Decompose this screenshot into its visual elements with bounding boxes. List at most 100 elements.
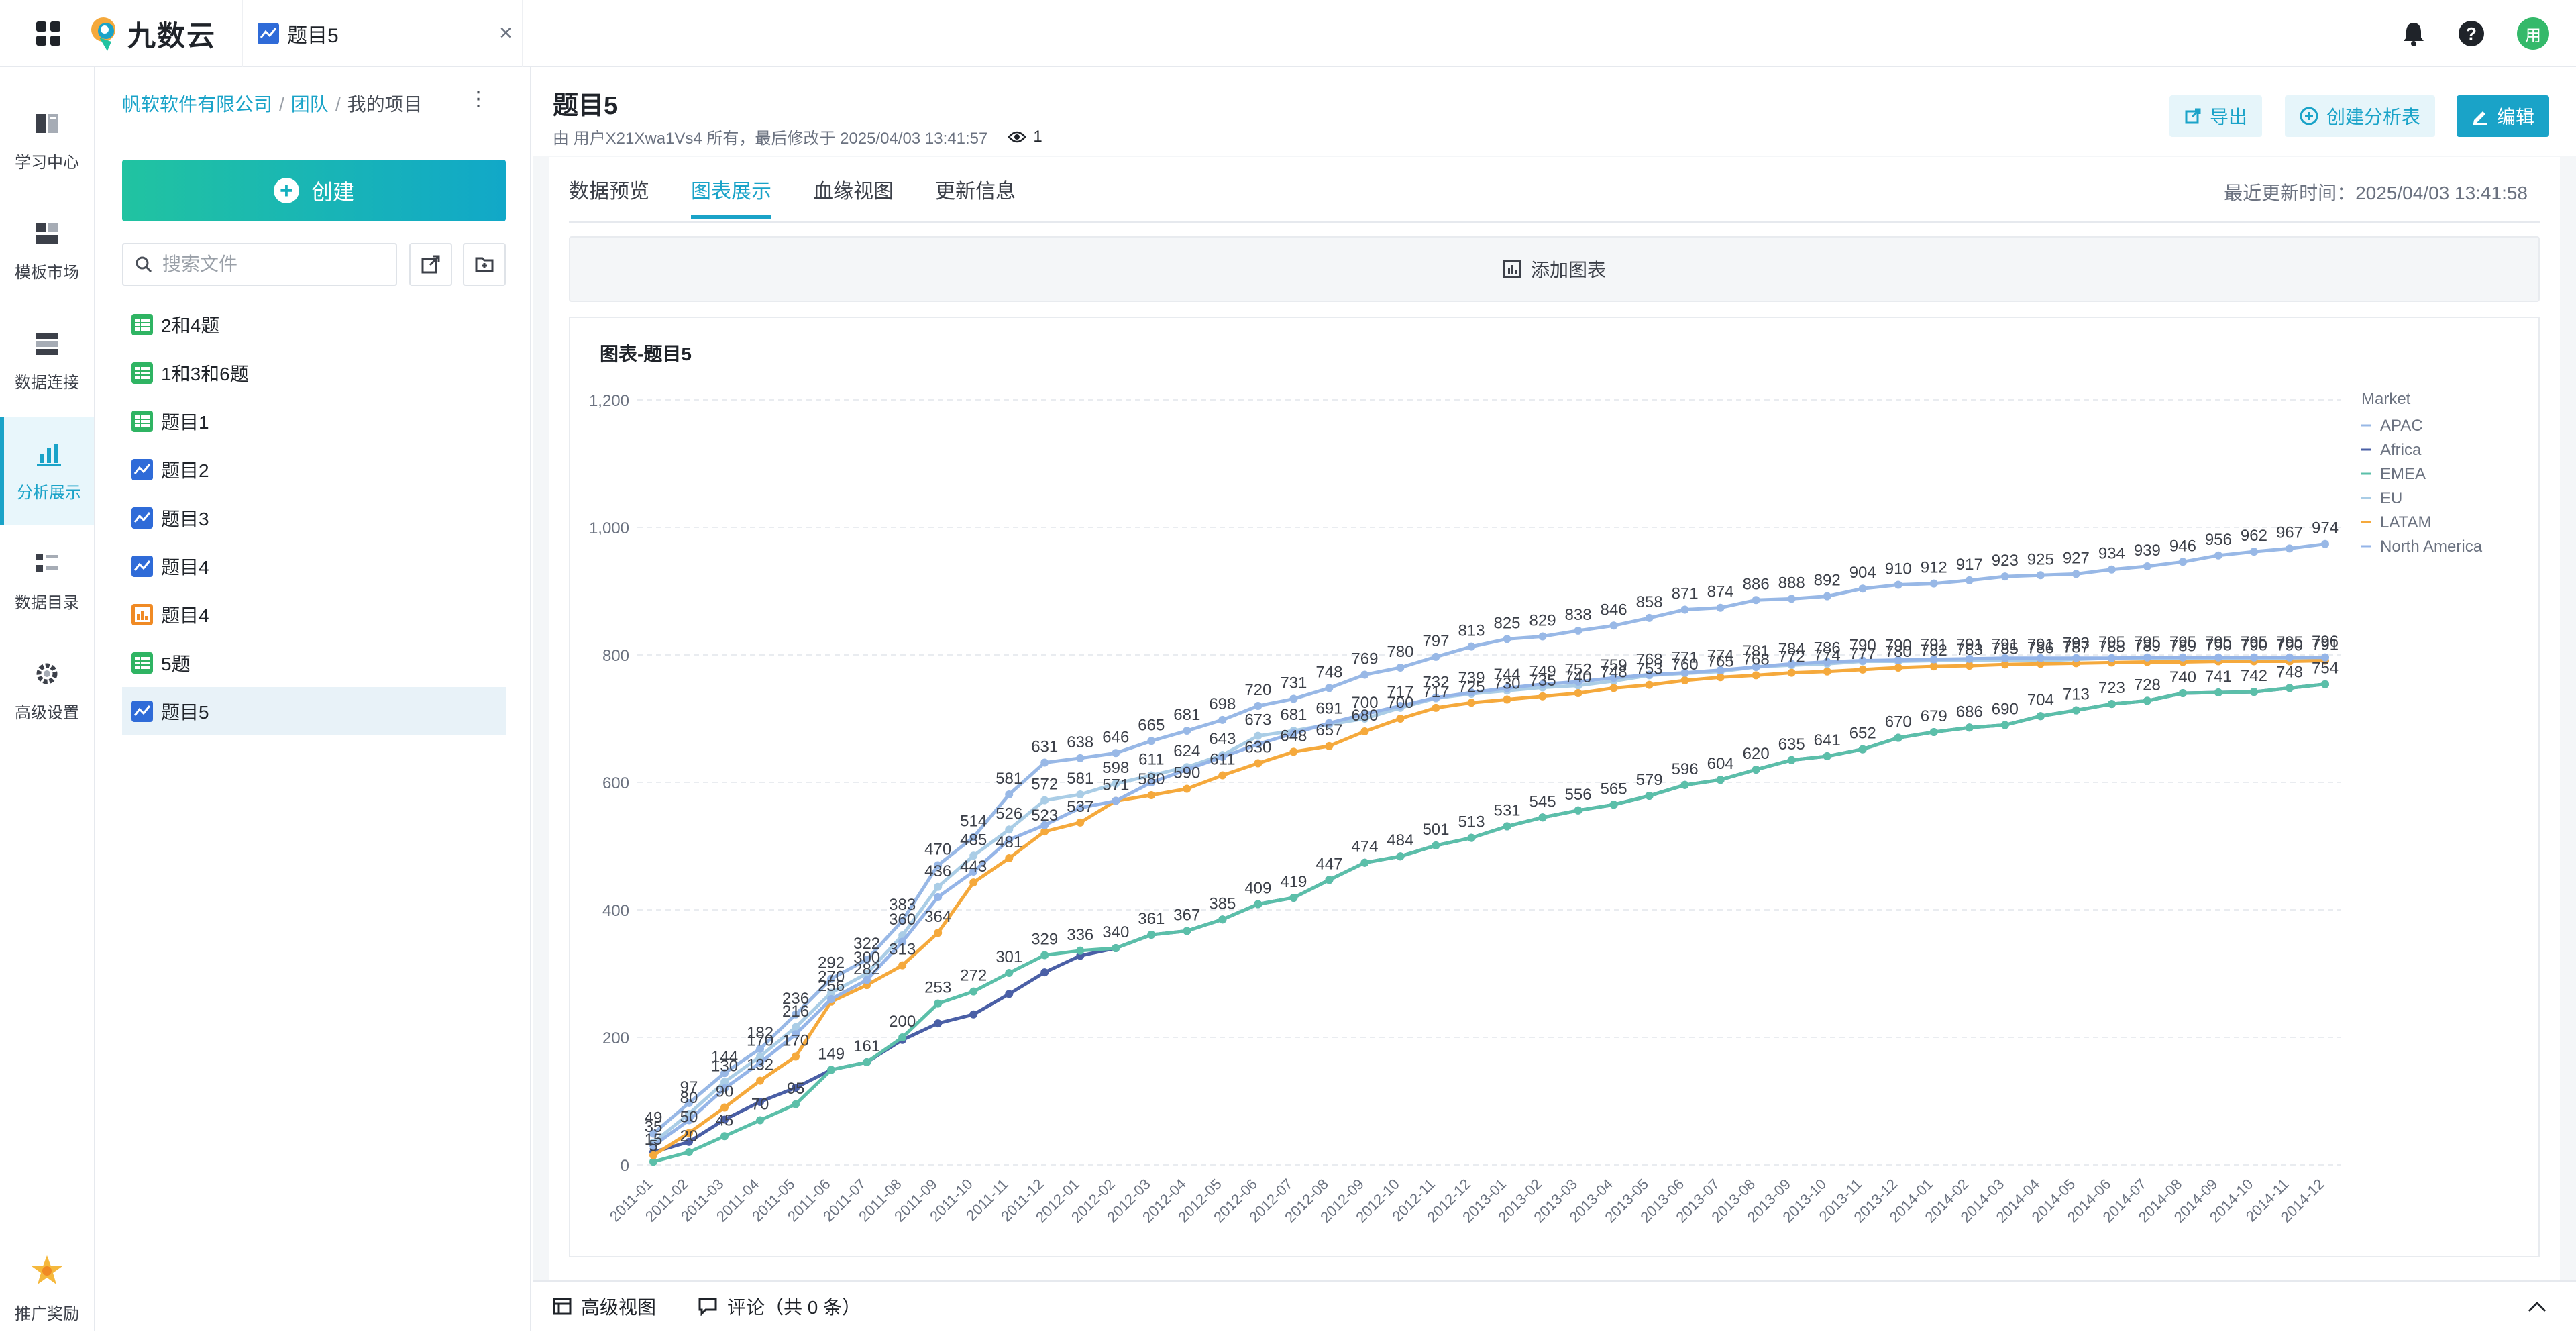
data-point xyxy=(1680,780,1689,789)
data-label: 813 xyxy=(1458,622,1485,640)
close-tab-icon[interactable]: × xyxy=(499,20,513,46)
file-list-item[interactable]: 2和4题 xyxy=(122,301,506,349)
data-label: 939 xyxy=(2134,541,2161,560)
data-label: 631 xyxy=(1031,738,1058,756)
data-point xyxy=(1076,818,1085,827)
breadcrumb-org[interactable]: 帆软软件有限公司 xyxy=(122,94,272,115)
data-point xyxy=(2285,684,2294,692)
data-point xyxy=(934,882,943,891)
data-label: 740 xyxy=(2169,668,2196,686)
breadcrumb-team[interactable]: 团队 xyxy=(291,94,329,115)
tab-chart-display[interactable]: 图表展示 xyxy=(691,157,771,221)
create-analysis-button[interactable]: 创建分析表 xyxy=(2285,95,2436,137)
data-point xyxy=(2072,706,2080,715)
file-list-item[interactable]: 题目4 xyxy=(122,590,506,639)
tab-lineage-view[interactable]: 血缘视图 xyxy=(813,157,894,221)
data-label: 340 xyxy=(1102,923,1129,941)
advanced-view-button[interactable]: 高级视图 xyxy=(553,1293,656,1320)
logo[interactable]: 九数云 xyxy=(87,15,216,52)
rail-item-label: 模板市场 xyxy=(15,263,79,282)
data-label: 132 xyxy=(747,1056,773,1074)
data-label: 485 xyxy=(960,831,987,849)
file-list-item[interactable]: 题目3 xyxy=(122,494,506,542)
tab-data-preview[interactable]: 数据预览 xyxy=(569,157,649,221)
new-folder-button[interactable] xyxy=(463,243,506,286)
page-meta: 由 用户X21Xwa1Vs4 所有，最后修改于 2025/04/03 13:41… xyxy=(553,125,1042,148)
data-point xyxy=(1965,723,1974,732)
data-point xyxy=(1076,946,1085,955)
data-label: 624 xyxy=(1173,742,1200,760)
data-point xyxy=(1147,737,1156,745)
data-label: 704 xyxy=(2027,691,2054,709)
page-title: 题目5 xyxy=(553,92,619,120)
add-chart-button[interactable]: 添加图表 xyxy=(569,236,2540,302)
data-label: 537 xyxy=(1067,798,1093,816)
data-label: 630 xyxy=(1244,739,1271,757)
data-label: 635 xyxy=(1778,735,1805,754)
advanced-view-label: 高级视图 xyxy=(581,1297,657,1318)
edit-label: 编辑 xyxy=(2497,107,2535,127)
table-file-icon xyxy=(131,411,153,432)
external-link-icon xyxy=(421,255,440,274)
data-point xyxy=(1183,727,1191,735)
data-point xyxy=(1005,825,1014,834)
file-list-item[interactable]: 题目2 xyxy=(122,446,506,494)
data-label: 679 xyxy=(1921,707,1947,725)
notification-bell-icon[interactable] xyxy=(2402,21,2426,46)
data-label: 545 xyxy=(1529,792,1556,811)
comments-button[interactable]: 评论（共 0 条） xyxy=(698,1293,861,1320)
file-name: 1和3和6题 xyxy=(161,364,249,384)
document-tab[interactable]: 题目5 × xyxy=(241,0,523,67)
file-list-item[interactable]: 题目1 xyxy=(122,397,506,446)
help-icon[interactable]: ? xyxy=(2458,20,2485,47)
data-label: 753 xyxy=(1636,660,1663,678)
rail-item-rewards[interactable]: 推广奖励 xyxy=(0,1235,94,1342)
search-icon xyxy=(136,256,152,273)
rail-item-data-connection[interactable]: 数据连接 xyxy=(0,307,94,415)
data-label: 581 xyxy=(1067,770,1093,788)
chart-file-icon xyxy=(131,556,153,577)
data-label: 665 xyxy=(1138,716,1165,734)
data-label: 170 xyxy=(747,1032,773,1050)
file-list-item[interactable]: 5题 xyxy=(122,639,506,687)
rail-item-templates[interactable]: 模板市场 xyxy=(0,197,94,305)
search-input[interactable] xyxy=(161,253,389,276)
tab-update-info[interactable]: 更新信息 xyxy=(935,157,1016,221)
rail-item-analysis[interactable]: 分析展示 xyxy=(0,417,94,525)
app-grid-icon[interactable] xyxy=(35,20,62,47)
chevron-up-icon[interactable] xyxy=(2525,1295,2549,1319)
edit-button[interactable]: 编辑 xyxy=(2457,95,2550,137)
data-label: 385 xyxy=(1209,894,1236,913)
file-list-item[interactable]: 题目5 xyxy=(122,687,506,735)
data-point xyxy=(969,987,978,996)
file-list-item[interactable]: 题目4 xyxy=(122,542,506,590)
data-point xyxy=(1858,745,1867,754)
user-avatar[interactable]: 用 xyxy=(2517,17,2549,50)
data-label: 768 xyxy=(1743,650,1770,668)
data-label: 910 xyxy=(1885,560,1912,578)
create-button[interactable]: + 创建 xyxy=(122,160,506,221)
data-label: 596 xyxy=(1672,760,1699,778)
export-button[interactable]: 导出 xyxy=(2169,95,2263,137)
data-label: 680 xyxy=(1351,707,1378,725)
file-name: 题目2 xyxy=(161,460,209,481)
rail-item-catalog[interactable]: 数据目录 xyxy=(0,527,94,635)
rail-item-settings[interactable]: 高级设置 xyxy=(0,637,94,745)
data-label: 790 xyxy=(2276,637,2303,655)
data-label: 598 xyxy=(1102,759,1129,777)
data-label: 313 xyxy=(889,941,916,959)
data-label: 956 xyxy=(2205,531,2232,549)
create-analysis-label: 创建分析表 xyxy=(2326,107,2421,127)
data-point xyxy=(1005,790,1014,799)
comment-icon xyxy=(698,1298,717,1316)
data-point xyxy=(1040,951,1049,960)
data-label: 780 xyxy=(1387,643,1413,661)
more-options-icon[interactable]: ⋮ xyxy=(468,87,488,111)
data-label: 604 xyxy=(1707,755,1734,773)
data-point xyxy=(1396,715,1405,723)
new-window-button[interactable] xyxy=(409,243,452,286)
data-label: 501 xyxy=(1422,821,1449,839)
data-label: 717 xyxy=(1422,683,1449,701)
file-list-item[interactable]: 1和3和6题 xyxy=(122,349,506,397)
rail-item-learning[interactable]: 学习中心 xyxy=(0,87,94,195)
